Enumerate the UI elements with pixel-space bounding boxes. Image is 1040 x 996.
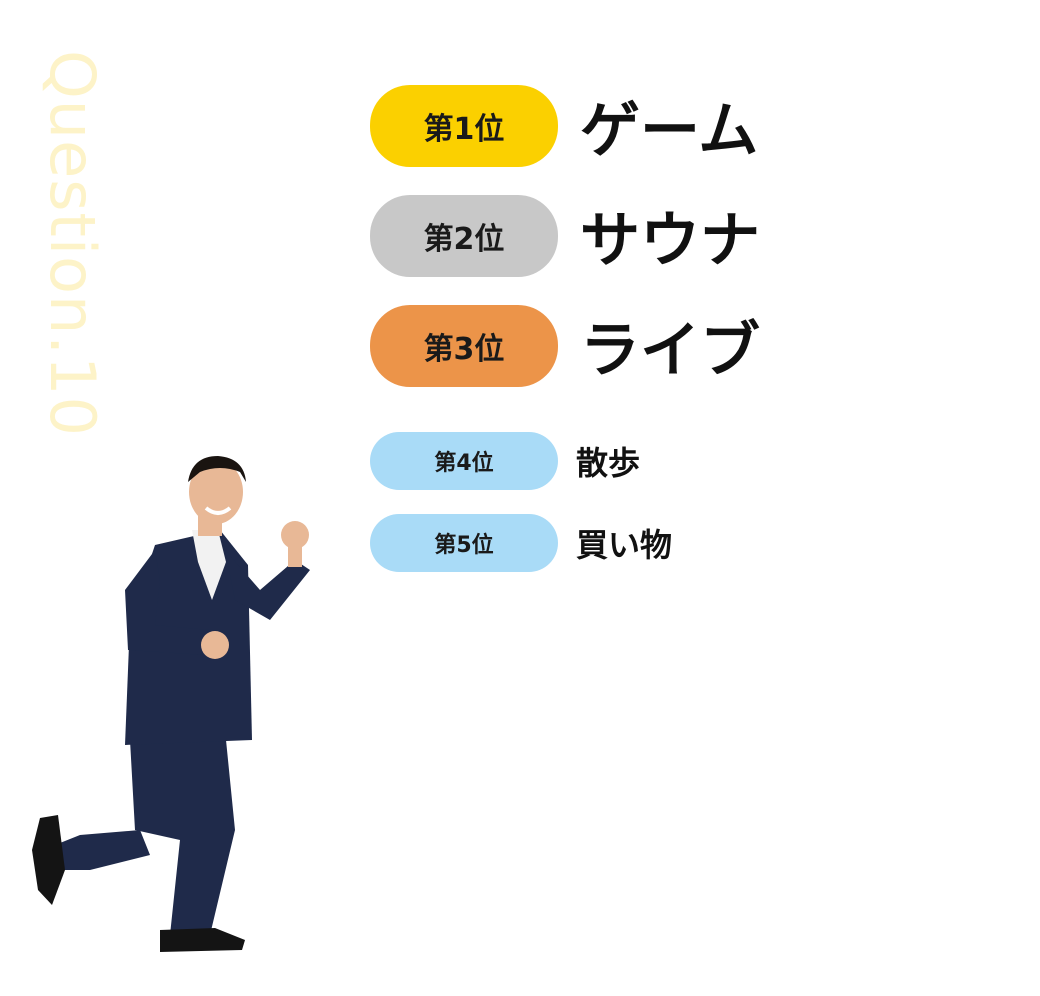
rank-badge-3: 第3位 <box>370 304 558 387</box>
back-shoe <box>32 815 65 905</box>
front-leg <box>130 730 235 935</box>
running-businessman-figure <box>32 456 310 952</box>
back-hand <box>201 631 229 659</box>
front-fist <box>281 521 309 549</box>
rank-row-1: 第1位 ゲーム <box>370 82 758 169</box>
rank-row-4: 第4位 散歩 <box>370 432 640 490</box>
rank-row-5: 第5位 買い物 <box>370 514 672 572</box>
front-shoe <box>160 928 245 952</box>
front-wrist <box>288 545 302 567</box>
rank-badge-4: 第4位 <box>370 432 558 490</box>
rank-item-1: ゲーム <box>580 96 759 166</box>
rank-badge-2: 第2位 <box>370 194 558 277</box>
rank-badge-1: 第1位 <box>370 84 558 167</box>
question-number-text: Question.10 <box>36 50 109 437</box>
rank-item-2: サウナ <box>580 206 760 276</box>
rank-row-2: 第2位 サウナ <box>370 192 760 279</box>
rank-item-4: 散歩 <box>576 444 641 482</box>
rank-item-5: 買い物 <box>576 526 673 564</box>
question-number-label: Question.10 <box>36 50 109 510</box>
rank-badge-5: 第5位 <box>370 514 558 572</box>
rank-row-3: 第3位 ライブ <box>370 302 760 389</box>
rank-item-3: ライブ <box>580 316 760 386</box>
back-leg <box>55 830 150 870</box>
